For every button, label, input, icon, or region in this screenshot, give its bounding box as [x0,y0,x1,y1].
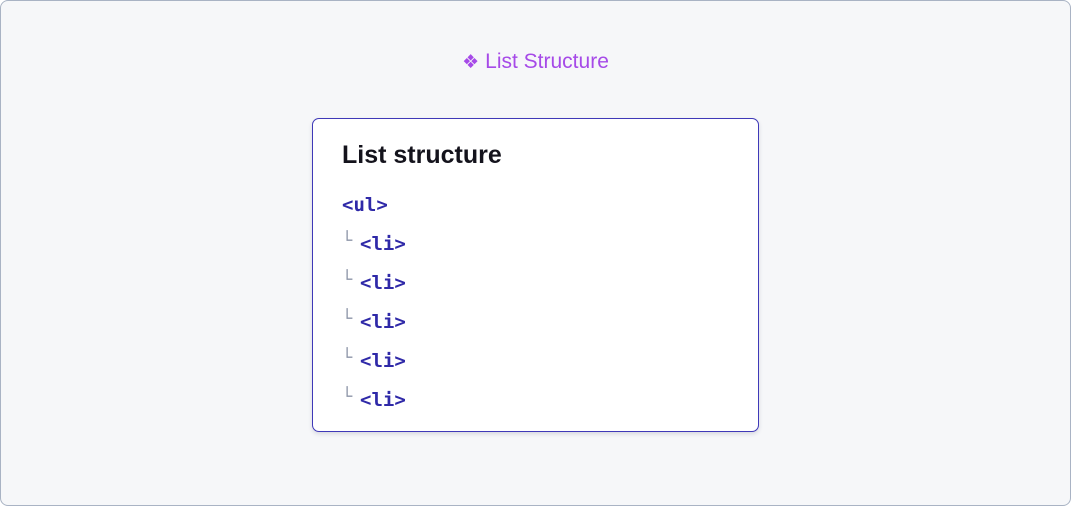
tree-connector-icon: └ [342,308,353,329]
li-tag: <li> [360,349,406,372]
tree-child-row: └ <li> [342,380,406,419]
li-tag: <li> [360,388,406,411]
li-tag: <li> [360,232,406,255]
list-tree: <ul> └ <li> └ <li> └ <li> └ <li> └ <li> [342,185,406,419]
tree-child-row: └ <li> [342,224,406,263]
diagram-title: List Structure [485,50,609,73]
tree-child-row: └ <li> [342,302,406,341]
tree-connector-icon: └ [342,269,353,290]
tree-child-row: └ <li> [342,263,406,302]
li-tag: <li> [360,271,406,294]
tree-connector-icon: └ [342,230,353,251]
tree-root-row: <ul> [342,185,406,224]
diagram-frame: ❖ List Structure List structure <ul> └ <l… [0,0,1071,506]
tree-child-row: └ <li> [342,341,406,380]
ul-tag: <ul> [342,193,388,216]
tree-connector-icon: └ [342,386,353,407]
diamond-cluster-icon: ❖ [462,51,480,73]
card-title: List structure [342,141,502,169]
tree-connector-icon: └ [342,347,353,368]
li-tag: <li> [360,310,406,333]
diagram-header: ❖ List Structure [1,49,1070,75]
list-structure-card: List structure <ul> └ <li> └ <li> └ <li>… [312,118,759,432]
